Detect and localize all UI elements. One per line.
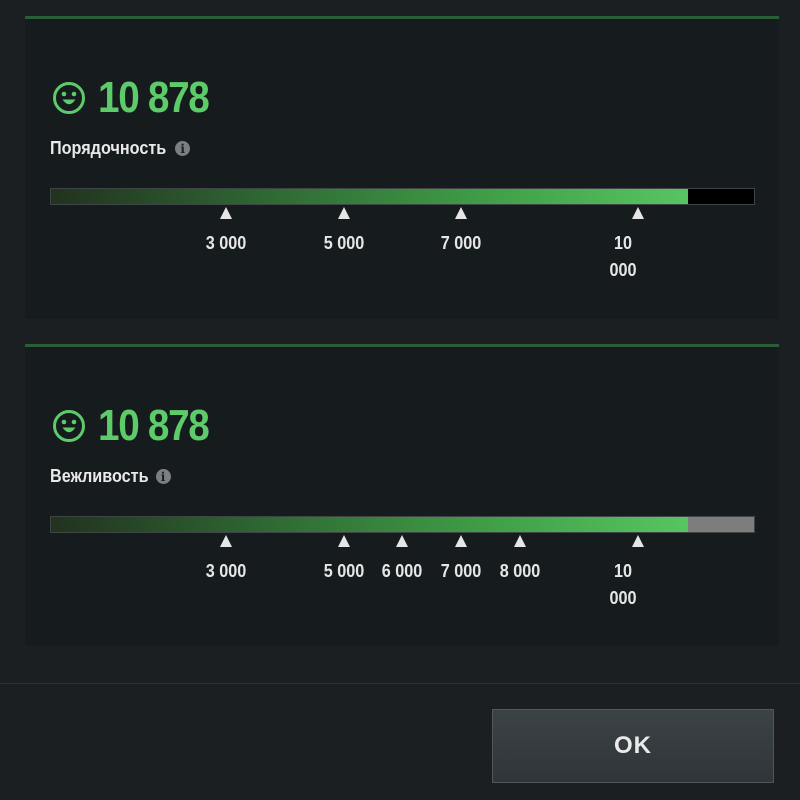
politeness-progress-bar	[50, 516, 755, 533]
ok-button[interactable]: OK	[492, 709, 774, 783]
politeness-milestone-label: 3 000	[205, 561, 247, 581]
decency-milestone-label: 5 000	[323, 233, 365, 253]
politeness-milestone-marker	[632, 535, 644, 547]
decency-score-row: 10 878	[52, 71, 224, 125]
smiley-icon	[53, 410, 85, 442]
smiley-icon	[53, 82, 85, 114]
decency-milestone-marker	[455, 207, 467, 219]
decency-milestone-label: 7 000	[440, 233, 482, 253]
decency-milestone-marker	[220, 207, 232, 219]
decency-milestone-marker	[632, 207, 644, 219]
politeness-label: Вежливость	[50, 466, 149, 486]
decency-milestone-label: 3 000	[205, 233, 247, 253]
decency-progress-fill	[51, 189, 688, 204]
politeness-milestone-label: 7 000	[440, 561, 482, 581]
decency-score: 10 878	[98, 73, 210, 122]
politeness-milestone-label: 8 000	[499, 561, 541, 581]
politeness-label-row: Вежливость i	[50, 466, 171, 487]
politeness-milestone-marker	[396, 535, 408, 547]
politeness-score-row: 10 878	[52, 399, 224, 453]
politeness-milestone-marker	[220, 535, 232, 547]
info-icon[interactable]: i	[155, 469, 171, 484]
decency-milestone-marker	[338, 207, 350, 219]
politeness-milestone-label: 6 000	[381, 561, 423, 581]
politeness-panel: 10 878 Вежливость i 3 000 5 000 6 000 7 …	[25, 344, 779, 646]
politeness-progress-fill	[51, 517, 688, 532]
decency-panel: 10 878 Порядочность i 3 000 5 000 7 000 …	[25, 16, 779, 319]
decency-milestone-label: 10 000	[609, 233, 637, 280]
politeness-milestone-label: 5 000	[323, 561, 365, 581]
politeness-milestone-marker	[514, 535, 526, 547]
decency-progress-bar	[50, 188, 755, 205]
info-icon[interactable]: i	[175, 141, 191, 156]
politeness-milestone-marker	[338, 535, 350, 547]
politeness-score: 10 878	[98, 401, 210, 450]
decency-label: Порядочность	[50, 138, 167, 158]
politeness-milestone-label: 10 000	[609, 561, 637, 608]
politeness-milestone-marker	[455, 535, 467, 547]
decency-label-row: Порядочность i	[50, 138, 191, 159]
